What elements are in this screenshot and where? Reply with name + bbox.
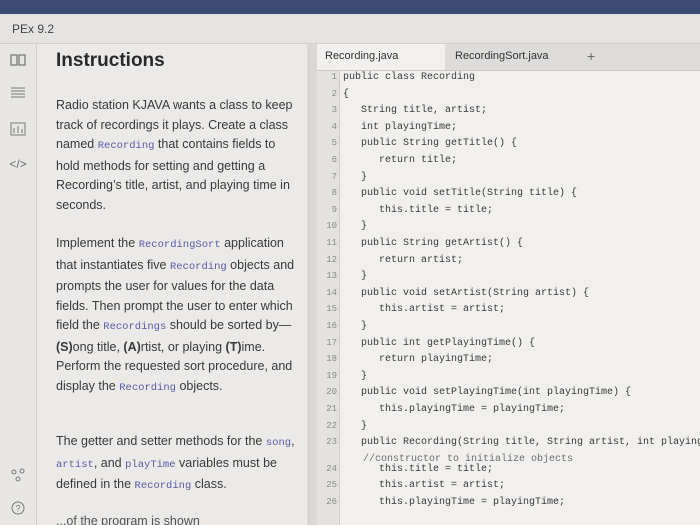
code-line: this.playingTime = playingTime; [343, 497, 566, 508]
line-number: 7 [331, 171, 337, 182]
p3-playtime-code: playTime [125, 458, 176, 471]
p2-s-key: (S) [56, 339, 73, 354]
p3-song-code: song [265, 437, 292, 449]
line-number: 4 [331, 121, 337, 132]
book-icon[interactable] [8, 52, 28, 72]
code-icon[interactable]: </> [8, 154, 28, 174]
instructions-panel: Instructions Radio station KJAVA wants a… [37, 44, 307, 525]
editor-tabs: Recording.java RecordingSort.java + [317, 44, 700, 71]
instructions-paragraph-4: ...of the program is shown [56, 514, 200, 525]
code-line: return title; [343, 155, 458, 166]
code-line: public void setPlayingTime(int playingTi… [343, 387, 632, 399]
code-line: } [343, 370, 368, 382]
code-line: } [343, 271, 368, 283]
line-number: 3 [331, 105, 337, 116]
code-line: this.playingTime = playingTime; [343, 404, 566, 415]
p3-comma: , [291, 434, 295, 448]
chart-icon[interactable] [8, 122, 28, 142]
code-line: this.artist = artist; [343, 480, 506, 492]
code-line: public class Recording [343, 72, 476, 83]
code-line: this.title = title; [343, 204, 494, 216]
p2-t-key: (T) [225, 339, 242, 354]
p2-code-2: Recording [169, 260, 227, 273]
line-number: 10 [326, 221, 337, 232]
tab-recordingsort-java[interactable]: RecordingSort.java [447, 44, 577, 70]
add-tab-button[interactable]: + [579, 44, 619, 70]
line-number: 20 [326, 387, 337, 398]
line-number: 22 [326, 420, 337, 431]
code-line: } [343, 420, 368, 432]
p2-a-key: (A) [123, 339, 141, 354]
p2-code-1: RecordingSort [138, 239, 221, 251]
line-number-gutter: 1 2 3 4 5 6 7 8 9 10 11 12 13 14 15 16 17 18 19 20 21 22 23 24 2… [317, 71, 340, 525]
line-number: 2 [331, 88, 337, 99]
line-number: 24 [326, 463, 337, 474]
code-line: } [343, 321, 368, 332]
p2-code-4: Recording [119, 381, 176, 394]
code-line: return playingTime; [343, 354, 494, 366]
line-number: 1 [331, 72, 337, 82]
code-line: public void setArtist(String artist) { [343, 287, 590, 299]
code-line: this.artist = artist; [343, 304, 506, 316]
instructions-paragraph-2: Implement the RecordingSort application … [56, 234, 296, 398]
line-number: 6 [331, 155, 337, 165]
svg-text:?: ? [15, 504, 20, 514]
p2e-text: objects. [179, 378, 223, 393]
instructions-paragraph-1: Radio station KJAVA wants a class to kee… [56, 96, 296, 215]
line-number: 9 [331, 204, 337, 215]
line-number: 21 [326, 404, 337, 414]
code-line: } [343, 221, 368, 233]
p2-code-3: Recordings [103, 321, 167, 333]
code-line: return artist; [343, 254, 464, 266]
help-icon[interactable]: ? [8, 501, 28, 521]
code-editor[interactable]: Recording.java RecordingSort.java + 1234… [317, 44, 700, 525]
p3c-text: class. [194, 477, 227, 491]
tab-recording-java[interactable]: Recording.java [317, 44, 445, 70]
instructions-heading: Instructions [56, 50, 165, 71]
instructions-paragraph-3: The getter and setter methods for the so… [56, 432, 296, 497]
line-number: 16 [326, 321, 337, 331]
top-accent-bar [0, 0, 700, 14]
line-number: 5 [331, 138, 337, 149]
code-comment: //constructor to initialize objects [363, 454, 574, 465]
line-number: 8 [331, 188, 337, 199]
p3a-text: The getter and setter methods for the [56, 434, 263, 448]
line-number: 18 [326, 354, 337, 365]
p2-a-text: rtist, or playing [140, 339, 223, 354]
line-number: 14 [326, 287, 337, 298]
p3-artist-code: artist [56, 458, 94, 471]
code-line: public String getArtist() { [343, 238, 524, 249]
line-number: 13 [326, 271, 337, 282]
line-number: 15 [326, 304, 337, 315]
line-number: 12 [326, 254, 337, 265]
p1-code: Recording [97, 140, 155, 152]
code-line: String title, artist; [343, 105, 488, 117]
share-icon[interactable] [8, 468, 28, 488]
code-line: this.title = title; [343, 463, 494, 475]
code-line: { [343, 88, 350, 100]
panel-splitter[interactable] [307, 44, 317, 525]
line-number: 25 [326, 480, 337, 491]
p2-s-text: ong title, [72, 339, 120, 354]
code-line: } [343, 171, 368, 183]
p2d-text: should be sorted by— [169, 318, 292, 332]
line-number: 26 [326, 497, 337, 507]
left-rail: </> ? [0, 44, 37, 525]
line-number: 23 [326, 437, 337, 448]
window-title: PEx 9.2 [0, 14, 700, 44]
p2a-text: Implement the [56, 236, 136, 250]
line-number: 11 [326, 238, 337, 248]
code-line: public Recording(String title, String ar… [343, 437, 700, 449]
p3-recording-code: Recording [134, 480, 192, 492]
list-icon[interactable] [8, 86, 28, 106]
line-number: 17 [326, 337, 337, 348]
p3-and: , and [93, 455, 122, 470]
code-line: public void setTitle(String title) { [343, 188, 578, 200]
code-line: public int getPlayingTime() { [343, 337, 536, 349]
code-line: public String getTitle() { [343, 138, 518, 150]
line-number: 19 [326, 370, 337, 381]
code-line: int playingTime; [343, 121, 458, 133]
